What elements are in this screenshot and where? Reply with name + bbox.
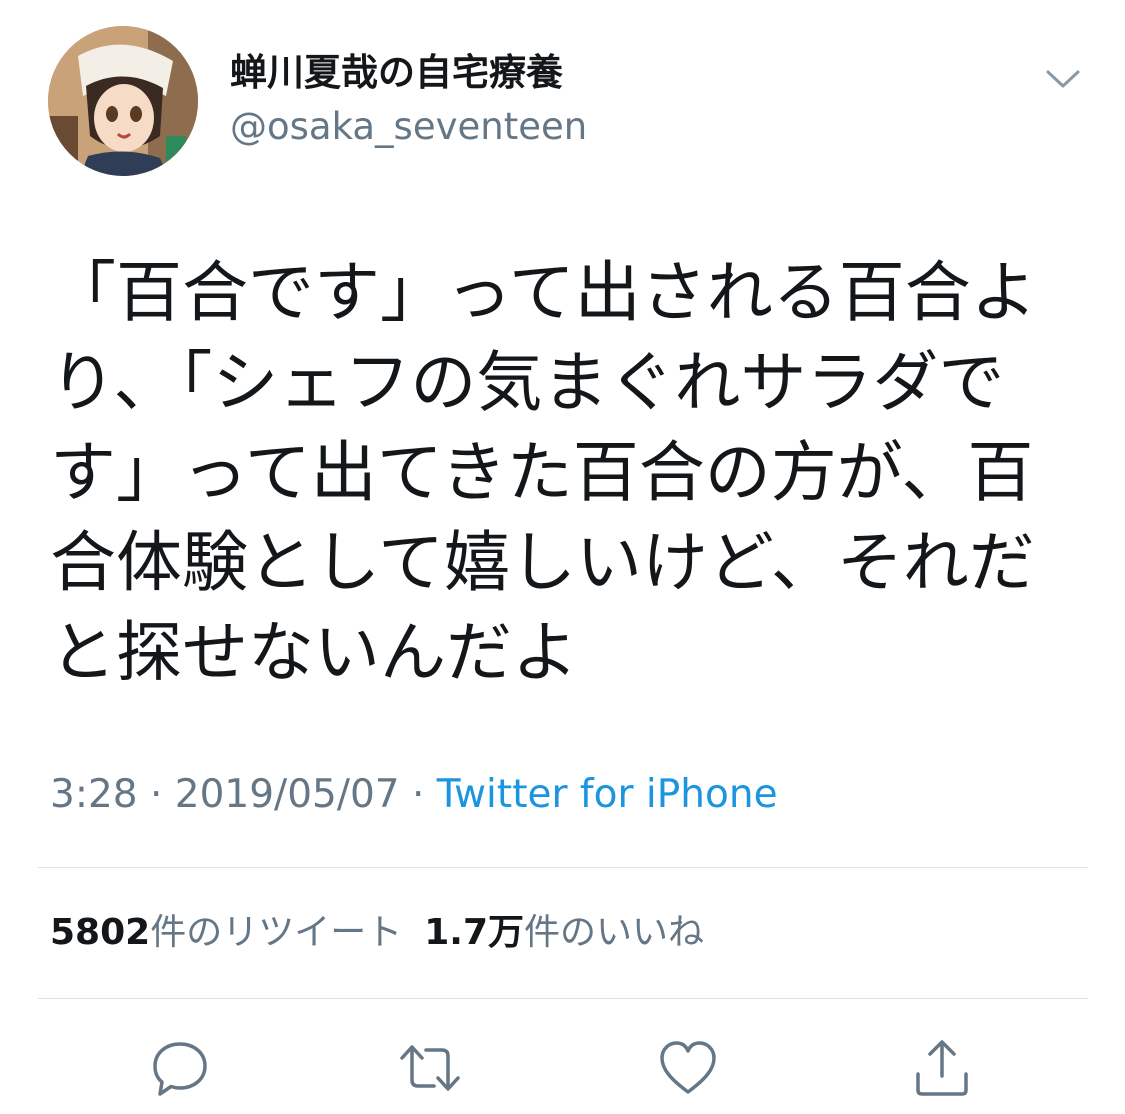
share-button[interactable] <box>912 1038 972 1098</box>
chevron-down-icon[interactable] <box>1044 64 1082 94</box>
tweet-time: 3:28 <box>50 772 138 817</box>
retweet-count-label[interactable]: 件のリツイート <box>150 912 402 953</box>
tweet-detail: 蝉川夏哉の自宅療養 @osaka_seventeen 「百合です」って出される百… <box>0 0 1125 1114</box>
avatar[interactable] <box>48 26 198 176</box>
divider <box>38 867 1088 868</box>
tweet-meta: 3:28 · 2019/05/07 · Twitter for iPhone <box>50 770 778 820</box>
tweet-text: 「百合です」って出される百合より、「シェフの気まぐれサラダです」って出てきた百合… <box>50 254 1037 691</box>
reply-button[interactable] <box>150 1038 210 1098</box>
retweet-icon <box>400 1045 460 1091</box>
tweet-stats: 5802件のリツイート 1.7万件のいいね <box>50 908 704 958</box>
meta-separator: · <box>399 772 437 817</box>
tweet-date: 2019/05/07 <box>174 772 400 817</box>
display-name[interactable]: 蝉川夏哉の自宅療養 <box>230 50 563 96</box>
reply-icon <box>153 1042 207 1096</box>
user-handle[interactable]: @osaka_seventeen <box>230 104 587 150</box>
divider <box>38 998 1088 999</box>
heart-icon <box>660 1041 716 1094</box>
retweet-button[interactable] <box>400 1038 460 1098</box>
meta-separator: · <box>137 772 175 817</box>
like-button[interactable] <box>658 1038 718 1098</box>
user-avatar-image <box>48 26 198 176</box>
like-count-label[interactable]: 件のいいね <box>524 912 704 953</box>
retweet-count[interactable]: 5802 <box>50 912 150 953</box>
share-icon <box>916 1040 968 1096</box>
tweet-source-link[interactable]: Twitter for iPhone <box>437 772 778 817</box>
like-count[interactable]: 1.7万 <box>424 912 524 953</box>
